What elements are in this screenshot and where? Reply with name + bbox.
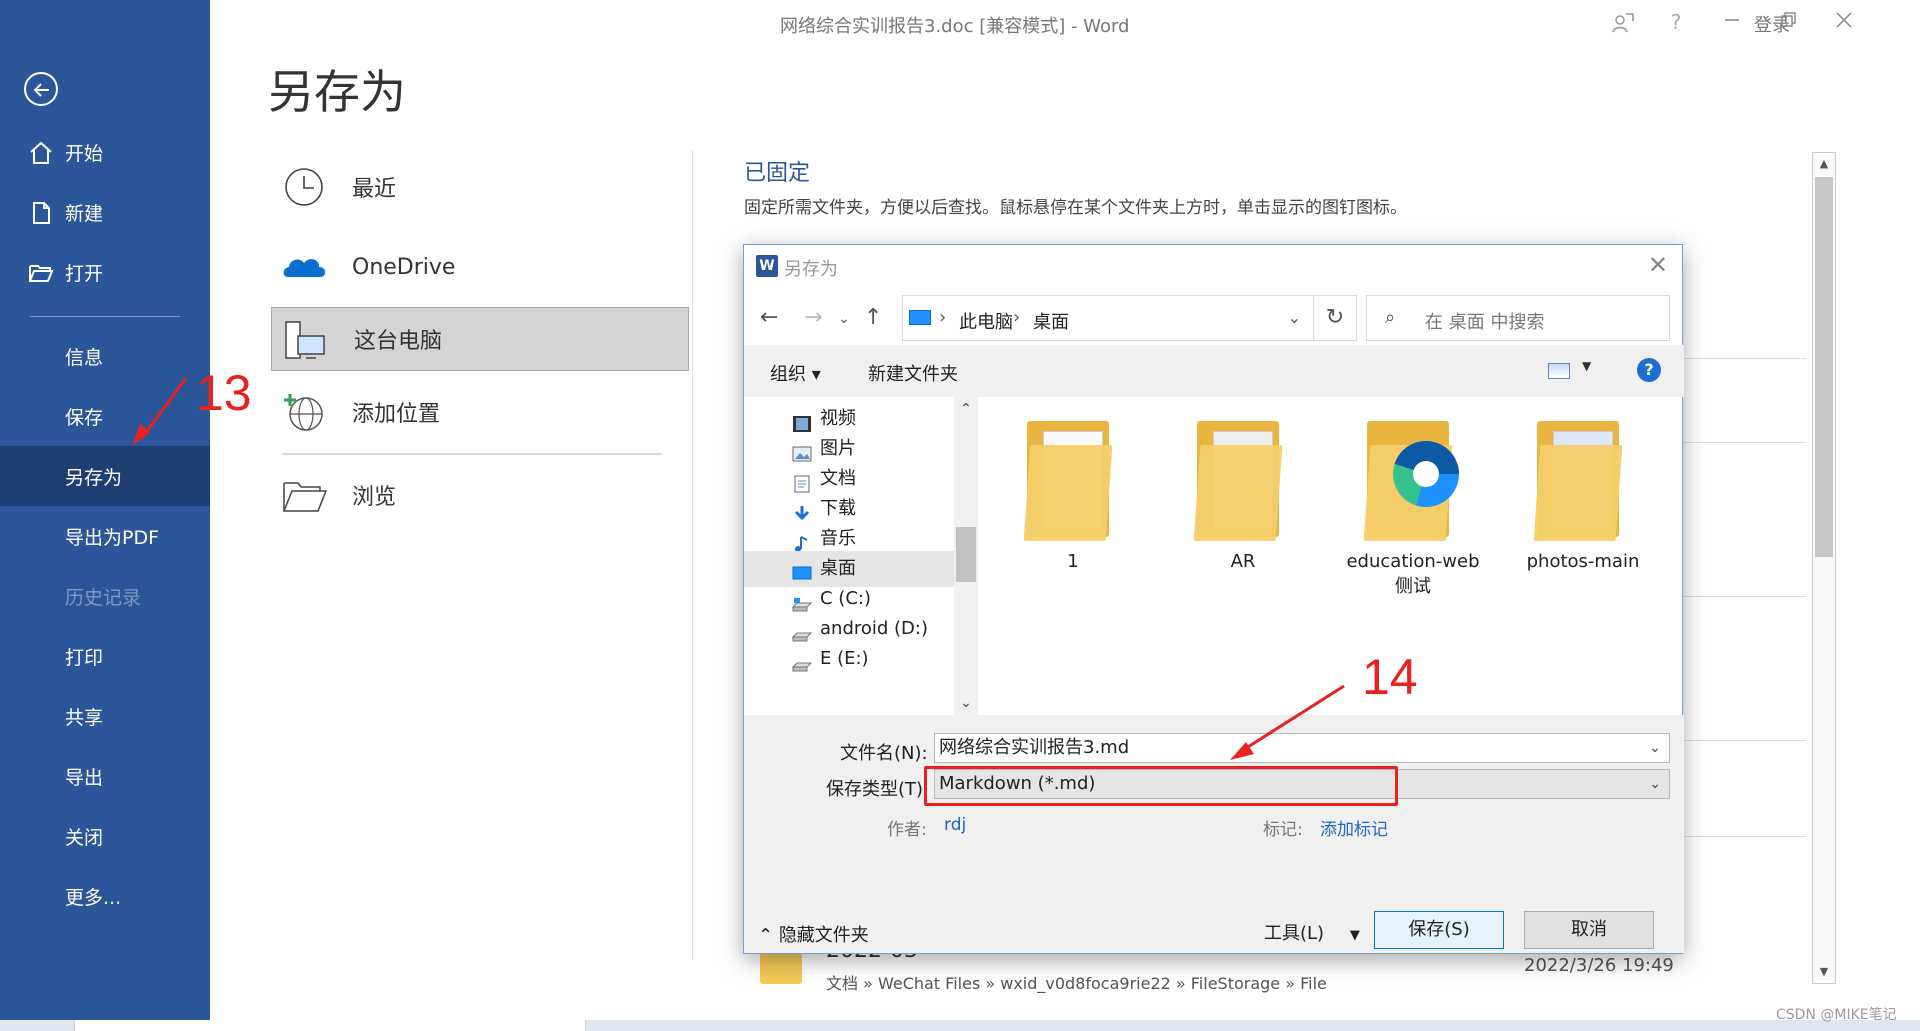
annotation-arrowhead-13 — [132, 424, 150, 446]
annotation-highlight-box — [924, 766, 1398, 806]
annotation-arrow-13 — [140, 377, 188, 439]
taskbar-segment — [74, 1020, 586, 1031]
annotation-step-14: 14 — [1362, 649, 1418, 705]
annotation-step-13: 13 — [196, 365, 252, 421]
annotation-overlay — [132, 377, 1345, 760]
watermark: CSDN @MIKE笔记 — [1776, 1007, 1897, 1023]
annotation-arrow-14 — [1239, 684, 1345, 754]
taskbar — [0, 1020, 1920, 1031]
